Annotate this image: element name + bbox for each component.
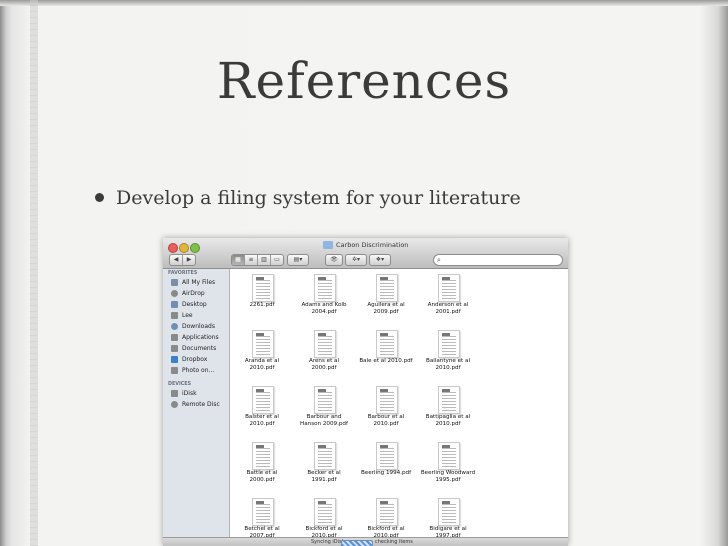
photo-icon [171, 367, 178, 374]
all-files-icon [171, 279, 178, 286]
pdf-file-icon[interactable] [314, 386, 336, 414]
sidebar-item-label: Remote Disc [182, 401, 220, 408]
view-mode-buttons[interactable]: ▦ ≡ ▥ ▭ [231, 254, 284, 266]
sidebar-item-airdrop[interactable]: AirDrop [163, 288, 229, 299]
file-name[interactable]: Battipaglia et al 2010.pdf [408, 414, 488, 428]
home-icon [171, 312, 178, 319]
sidebar-item-label: AirDrop [182, 290, 205, 297]
sidebar-item-all-my-files[interactable]: All My Files [163, 277, 229, 288]
applications-icon [171, 334, 178, 341]
pdf-file-icon[interactable] [252, 386, 274, 414]
sidebar-heading-favorites: FAVORITES [168, 271, 198, 276]
airdrop-icon [171, 290, 178, 297]
dropbox-button[interactable]: ❖▾ [369, 254, 391, 266]
desktop-icon [171, 301, 178, 308]
sidebar-item-label: Downloads [182, 323, 215, 330]
pdf-file-icon[interactable] [314, 274, 336, 302]
page-edge [0, 0, 728, 6]
pdf-file-icon[interactable] [314, 330, 336, 358]
file-item[interactable]: Beerling Woodward 1995.pdf [408, 440, 488, 496]
sidebar-item-label: Documents [182, 345, 217, 352]
pdf-file-icon[interactable] [376, 498, 398, 526]
status-text-left: Syncing iDisk [311, 539, 345, 545]
finder-sidebar: FAVORITES All My Files AirDrop Desktop L… [163, 269, 230, 537]
search-icon: ⌕ [437, 256, 441, 264]
folder-icon [323, 241, 333, 249]
pdf-file-icon[interactable] [376, 330, 398, 358]
pdf-file-icon[interactable] [252, 498, 274, 526]
pdf-file-icon[interactable] [252, 442, 274, 470]
file-name[interactable]: Ballantyne et al 2010.pdf [408, 358, 488, 372]
status-text-right: checking items [375, 539, 413, 545]
icon-view-icon[interactable]: ▦ [232, 255, 245, 265]
sidebar-heading-devices: DEVICES [168, 382, 192, 387]
documents-icon [171, 345, 178, 352]
coverflow-view-icon[interactable]: ▭ [271, 255, 283, 265]
pdf-file-icon[interactable] [438, 442, 460, 470]
sidebar-item-label: Desktop [182, 301, 207, 308]
file-name[interactable]: Beerling Woodward 1995.pdf [408, 470, 488, 484]
window-title: Carbon Discrimination [323, 241, 408, 249]
file-grid: 2261.pdf Adams and Kolb 2004.pdf Aguilera … [230, 269, 568, 539]
sidebar-item-label: Lee [182, 312, 193, 319]
sidebar-item-photo[interactable]: Photo on... [163, 365, 229, 376]
back-forward-buttons[interactable]: ◀ ▶ [169, 254, 196, 266]
arrange-button[interactable]: ▤▾ [287, 254, 309, 266]
file-name[interactable]: Anderson et al 2001.pdf [408, 302, 488, 316]
sidebar-item-label: Applications [182, 334, 219, 341]
sidebar-item-label: Photo on... [182, 367, 215, 374]
sidebar-item-remote-disc[interactable]: Remote Disc [163, 399, 229, 410]
forward-icon[interactable]: ▶ [183, 255, 195, 265]
finder-toolbar: Carbon Discrimination ◀ ▶ ▦ ≡ ▥ ▭ ▤▾ 👁 ✲▾ ❖▾… [163, 238, 568, 269]
downloads-icon [171, 323, 178, 330]
bullet-text: Develop a filing system for your literat… [116, 187, 521, 209]
pdf-file-icon[interactable] [314, 442, 336, 470]
sidebar-item-desktop[interactable]: Desktop [163, 299, 229, 310]
file-item[interactable]: Ballantyne et al 2010.pdf [408, 328, 488, 384]
column-view-icon[interactable]: ▥ [258, 255, 271, 265]
pdf-file-icon[interactable] [438, 498, 460, 526]
slide-title: References [216, 52, 512, 110]
pdf-file-icon[interactable] [314, 498, 336, 526]
pdf-file-icon[interactable] [438, 386, 460, 414]
list-view-icon[interactable]: ≡ [245, 255, 258, 265]
status-bar: Syncing iDisk checking items [163, 537, 568, 546]
bullet-icon [95, 193, 104, 202]
pdf-file-icon[interactable] [376, 442, 398, 470]
pdf-file-icon[interactable] [438, 330, 460, 358]
sidebar-item-label: Dropbox [182, 356, 208, 363]
action-button[interactable]: ✲▾ [345, 254, 367, 266]
pdf-file-icon[interactable] [252, 274, 274, 302]
quick-look-button[interactable]: 👁 [325, 254, 343, 266]
slide: References Develop a filing system for y… [0, 0, 728, 546]
minimize-window-button[interactable] [179, 243, 189, 253]
sidebar-item-label: iDisk [182, 390, 197, 397]
dropbox-icon [171, 356, 178, 363]
idisk-icon [171, 390, 178, 397]
sidebar-item-dropbox[interactable]: Dropbox [163, 354, 229, 365]
sidebar-item-applications[interactable]: Applications [163, 332, 229, 343]
sidebar-item-downloads[interactable]: Downloads [163, 321, 229, 332]
sync-progress-bar [341, 540, 373, 546]
file-item[interactable]: Battipaglia et al 2010.pdf [408, 384, 488, 440]
sidebar-item-documents[interactable]: Documents [163, 343, 229, 354]
sidebar-item-lee[interactable]: Lee [163, 310, 229, 321]
back-icon[interactable]: ◀ [170, 255, 183, 265]
pdf-file-icon[interactable] [376, 386, 398, 414]
sidebar-item-label: All My Files [182, 279, 216, 286]
file-item[interactable]: Anderson et al 2001.pdf [408, 272, 488, 328]
remote-disc-icon [171, 401, 178, 408]
sidebar-item-idisk[interactable]: iDisk [163, 388, 229, 399]
pdf-file-icon[interactable] [438, 274, 460, 302]
finder-window[interactable]: Carbon Discrimination ◀ ▶ ▦ ≡ ▥ ▭ ▤▾ 👁 ✲▾ ❖▾… [163, 238, 568, 546]
pdf-file-icon[interactable] [376, 274, 398, 302]
close-window-button[interactable] [168, 243, 178, 253]
zoom-window-button[interactable] [190, 243, 200, 253]
search-input[interactable]: ⌕ [433, 254, 563, 266]
pdf-file-icon[interactable] [252, 330, 274, 358]
window-title-text: Carbon Discrimination [336, 241, 409, 249]
